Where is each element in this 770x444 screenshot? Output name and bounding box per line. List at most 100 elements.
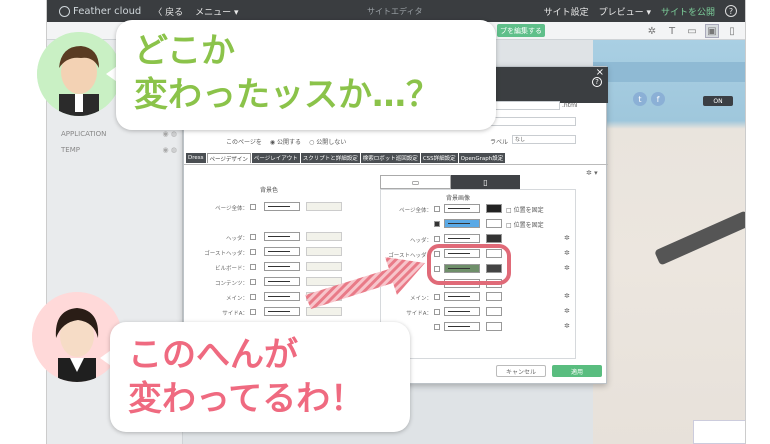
fix-position-option[interactable]: □ 位置を固定 — [506, 220, 544, 229]
row-checkbox[interactable] — [250, 279, 256, 285]
image-mode-select[interactable] — [486, 307, 502, 316]
image-select[interactable] — [444, 307, 480, 316]
preview-image-pen — [654, 210, 745, 266]
row-checkbox[interactable] — [250, 294, 256, 300]
row-label: メイン： — [225, 296, 248, 302]
radio-private[interactable]: ○ 公開しない — [309, 137, 346, 146]
row-checkbox[interactable] — [250, 309, 256, 315]
help-icon[interactable]: ? — [592, 77, 602, 87]
page-list-item[interactable]: APPLICATION ◉ ◍ — [61, 130, 181, 138]
color-select[interactable] — [264, 232, 300, 241]
label-select[interactable]: なし — [512, 135, 576, 144]
gear-icon[interactable]: ✲ — [564, 249, 570, 257]
image-select[interactable] — [444, 219, 480, 228]
fix-position-label: 位置を固定 — [513, 207, 544, 214]
layout-icon[interactable]: ▭ — [685, 24, 699, 38]
screenshot-frame: Feather cloud 〈 戻る メニュー ▾ サイトエディタ サイト設定 … — [0, 0, 770, 444]
color-select[interactable] — [264, 247, 300, 256]
radio-public[interactable]: ◉ 公開する — [270, 137, 301, 146]
preview-button[interactable]: プレビュー ▾ — [599, 5, 651, 18]
tab-opengraph[interactable]: OpenGraph設定 — [458, 153, 506, 163]
app-logo-text: Feather cloud — [73, 5, 142, 17]
settings-icon[interactable]: ✲ — [645, 24, 659, 38]
sound-toggle-label: ON — [713, 97, 723, 105]
row-checkbox[interactable] — [434, 324, 440, 330]
row-checkbox[interactable] — [250, 264, 256, 270]
gear-icon[interactable]: ✲ — [564, 264, 570, 272]
gear-icon[interactable]: ✲ — [564, 307, 570, 315]
device-toggle: ▭ ▯ — [380, 175, 520, 189]
color-select[interactable] — [264, 277, 300, 286]
color-select[interactable] — [264, 307, 300, 316]
row-checkbox[interactable] — [434, 294, 440, 300]
row-checkbox[interactable] — [434, 236, 440, 242]
radio-public-label: 公開する — [277, 139, 302, 146]
row-label: ゴーストヘッダ： — [204, 251, 248, 257]
row-checkbox[interactable] — [434, 221, 440, 227]
callout-line: 変わったッスか…？ — [134, 74, 440, 115]
image-mode-select[interactable] — [486, 234, 502, 243]
image-select[interactable] — [444, 204, 480, 213]
row-checkbox[interactable] — [250, 249, 256, 255]
cancel-button[interactable]: キャンセル — [496, 365, 546, 377]
image-select[interactable] — [444, 234, 480, 243]
site-settings-button[interactable]: サイト設定 — [544, 5, 589, 18]
row-checkbox[interactable] — [434, 206, 440, 212]
twitter-icon[interactable]: t — [633, 92, 647, 106]
radio-private-label: 公開しない — [316, 139, 347, 146]
sound-toggle[interactable]: ON — [703, 96, 733, 106]
callout-answer: このへんが 変わってるわ！ — [110, 322, 410, 432]
image-mode-select[interactable] — [486, 322, 502, 331]
color-swatch[interactable] — [306, 202, 342, 211]
color-select[interactable] — [264, 262, 300, 271]
edit-page-button[interactable]: ブを編集する — [497, 24, 545, 37]
image-mode-select[interactable] — [486, 204, 502, 213]
page-list-item[interactable]: TEMP ◉ ◍ — [61, 146, 181, 154]
gear-icon[interactable]: ✲ ▾ — [586, 169, 598, 177]
tab-robot-settings[interactable]: 検索ロボット巡回設定 — [360, 153, 420, 163]
site-preview: t f ON — [593, 40, 745, 444]
desktop-icon[interactable]: ▣ — [705, 24, 719, 38]
top-right-actions: サイト設定 プレビュー ▾ サイトを公開 ? — [544, 5, 737, 18]
help-icon[interactable]: ? — [725, 5, 737, 17]
row-label: ページ全体： — [215, 206, 248, 212]
back-button[interactable]: 〈 戻る — [153, 5, 183, 18]
tab-script-settings[interactable]: スクリプトと詳細設定 — [300, 153, 360, 163]
color-select[interactable] — [264, 202, 300, 211]
tab-css-settings[interactable]: CSS詳細設定 — [420, 153, 458, 163]
row-checkbox[interactable] — [434, 309, 440, 315]
preview-header-band — [593, 62, 745, 82]
visibility-icon[interactable]: ◉ ◍ — [163, 130, 177, 138]
tab-page-design[interactable]: ページデザイン — [206, 153, 251, 163]
mobile-icon[interactable]: ▯ — [725, 24, 739, 38]
gear-icon[interactable]: ✲ — [564, 234, 570, 242]
fix-position-option[interactable]: □ 位置を固定 — [506, 205, 544, 214]
color-swatch[interactable] — [306, 232, 342, 241]
tab-page-layout[interactable]: ページレイアウト — [251, 153, 300, 163]
app-logo[interactable]: Feather cloud — [59, 5, 142, 17]
cloud-icon — [59, 5, 70, 17]
facebook-icon[interactable]: f — [651, 92, 665, 106]
row-label: ヘッダ： — [409, 238, 432, 244]
label-select-value: なし — [515, 137, 526, 143]
publish-radio-group: このページを ◉ 公開する ○ 公開しない — [226, 137, 346, 146]
gear-icon[interactable]: ✲ — [564, 292, 570, 300]
mobile-toggle[interactable]: ▯ — [451, 175, 520, 189]
image-mode-select[interactable] — [486, 292, 502, 301]
tab-dress[interactable]: Dress — [186, 153, 206, 163]
visibility-icon[interactable]: ◉ ◍ — [163, 146, 177, 154]
apply-button[interactable]: 適用 — [552, 365, 602, 377]
publish-button[interactable]: サイトを公開 — [661, 5, 715, 18]
color-select[interactable] — [264, 292, 300, 301]
page-list-item-label: TEMP — [61, 146, 80, 154]
image-select[interactable] — [444, 292, 480, 301]
desktop-toggle[interactable]: ▭ — [380, 175, 451, 189]
row-label: ビルボード： — [214, 266, 248, 272]
image-mode-select[interactable] — [486, 219, 502, 228]
text-icon[interactable]: T — [665, 24, 679, 38]
row-checkbox[interactable] — [250, 234, 256, 240]
menu-button[interactable]: メニュー ▾ — [195, 5, 238, 18]
row-checkbox[interactable] — [250, 204, 256, 210]
gear-icon[interactable]: ✲ — [564, 322, 570, 330]
image-select[interactable] — [444, 322, 480, 331]
